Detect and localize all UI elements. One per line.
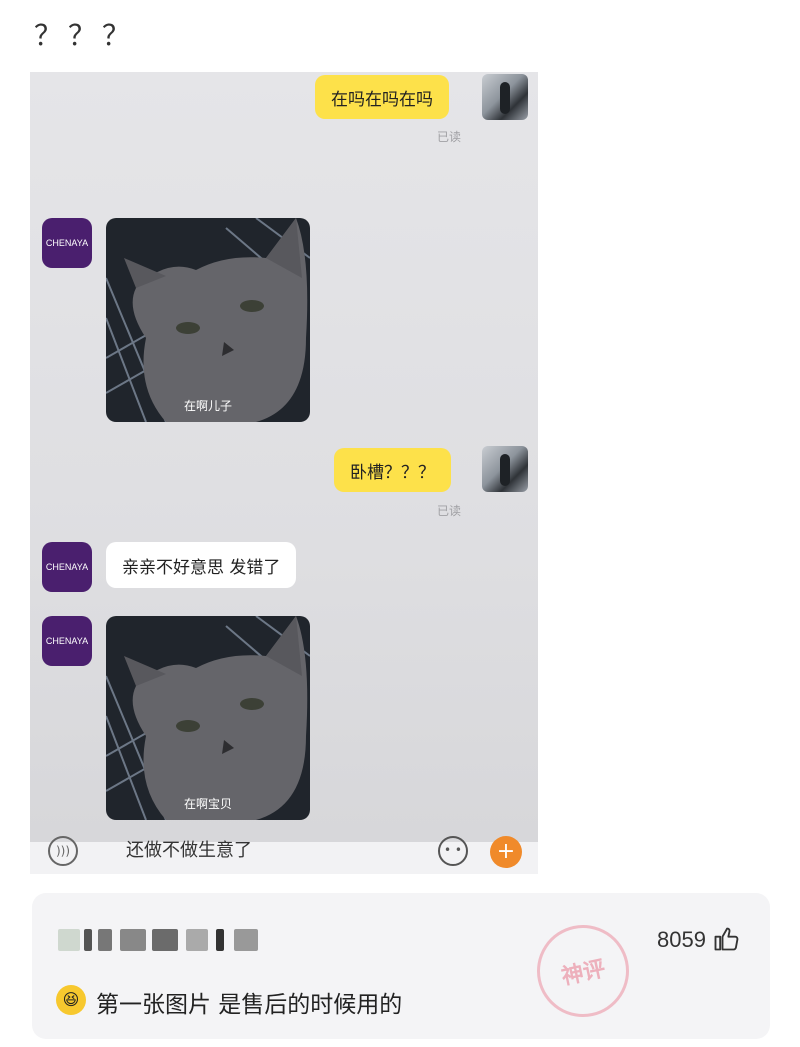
comment-card: 神评 8059 😆 第一张图片 是售后的时候用的	[32, 893, 770, 1039]
message-text: 卧槽？？？	[350, 462, 435, 483]
shop-avatar: CHENAYA	[42, 616, 92, 666]
like-count: 8059	[657, 927, 706, 952]
read-status: 已读	[437, 504, 462, 518]
thumbs-up-icon[interactable]	[712, 925, 740, 953]
message-text: 亲亲不好意思 发错了	[122, 557, 281, 578]
post-title: ？？？	[34, 19, 137, 52]
comment-text: 第一张图片 是售后的时候用的	[96, 992, 403, 1018]
chat-bubble-self: 在吗在吗在吗	[315, 75, 449, 119]
chat-bubble-self: 卧槽？？？	[334, 448, 451, 492]
cat-sticker: 在啊宝贝	[106, 616, 310, 820]
cat-image	[106, 218, 310, 422]
cat-sticker: 在啊儿子	[106, 218, 310, 422]
chat-input[interactable]: 还做不做生意了	[126, 836, 252, 862]
shop-avatar-label: CHENAYA	[45, 562, 89, 572]
featured-comment-stamp: 神评	[528, 916, 638, 1026]
blurred-username	[58, 929, 278, 953]
chat-input-bar: ))) 还做不做生意了 • • +	[30, 836, 538, 874]
voice-icon[interactable]: )))	[48, 836, 78, 866]
shop-avatar-label: CHENAYA	[45, 238, 89, 248]
emoji-icon[interactable]: • •	[438, 836, 468, 866]
laughing-emoji-icon: 😆	[56, 985, 86, 1015]
read-status: 已读	[437, 130, 462, 144]
plus-icon[interactable]: +	[490, 836, 522, 868]
user-avatar	[482, 446, 528, 492]
shop-avatar-label: CHENAYA	[45, 636, 89, 646]
chat-screenshot: 在吗在吗在吗 已读 CHENAYA 在啊儿子 卧槽？？？ 已读 CHENAYA …	[30, 72, 538, 874]
shop-avatar: CHENAYA	[42, 218, 92, 268]
sticker-caption: 在啊宝贝	[183, 797, 232, 811]
message-text: 在吗在吗在吗	[331, 89, 433, 110]
shop-avatar: CHENAYA	[42, 542, 92, 592]
chat-bubble-shop: 亲亲不好意思 发错了	[106, 542, 297, 588]
user-avatar	[482, 74, 528, 120]
sticker-caption: 在啊儿子	[183, 399, 232, 413]
cat-image	[106, 616, 310, 820]
